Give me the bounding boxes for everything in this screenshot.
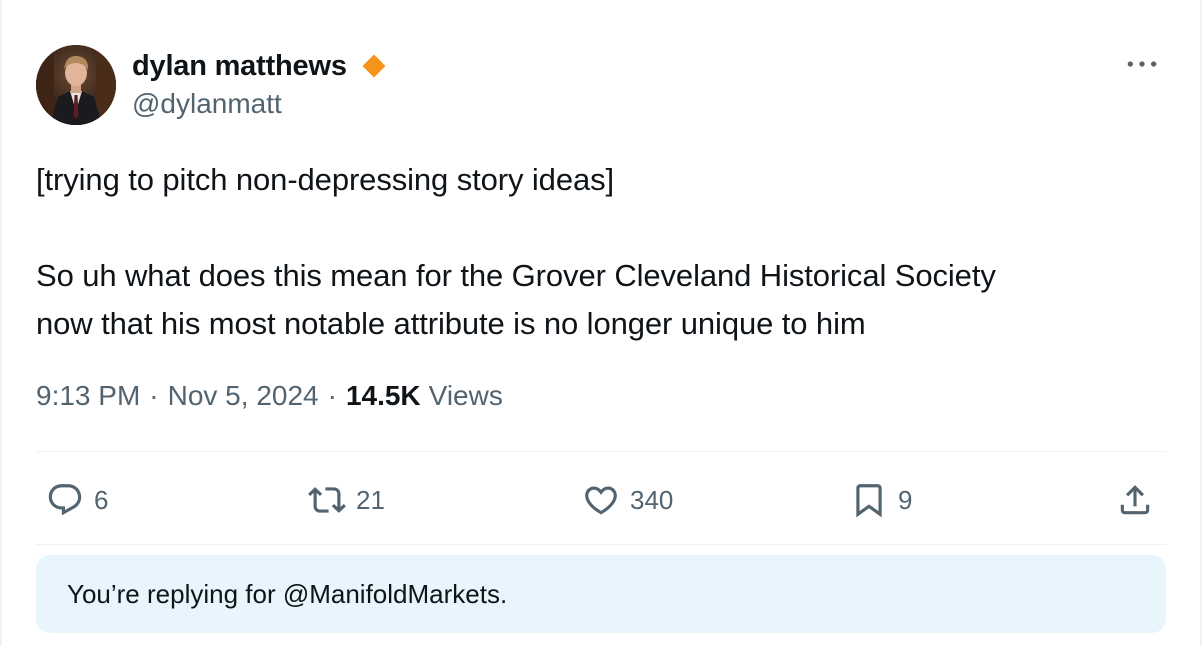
views-label: Views [428,380,503,411]
bookmark-icon [856,484,882,518]
divider [36,544,1166,545]
tweet-date[interactable]: Nov 5, 2024 [168,380,319,412]
meta-separator: · [149,380,159,411]
like-button[interactable]: 340 [582,478,673,522]
more-horizontal-icon [1127,61,1157,67]
more-options-button[interactable] [1122,50,1162,78]
bookmark-button[interactable]: 9 [850,478,912,522]
replying-for-banner: You’re replying for @ManifoldMarkets. [36,555,1166,633]
repost-button[interactable]: 21 [308,478,385,522]
replying-for-text: You’re replying for @ManifoldMarkets. [67,578,508,609]
tweet-text-line: now that his most notable attribute is n… [36,306,866,341]
divider [36,451,1166,452]
repost-count: 21 [356,484,385,515]
tweet-text-line: [trying to pitch non-depressing story id… [36,162,615,197]
tweet-text-line: So uh what does this mean for the Grover… [36,258,996,293]
avatar-image [36,45,116,125]
tweet-text: [trying to pitch non-depressing story id… [36,156,1156,348]
meta-separator: · [327,380,337,411]
tweet-card: dylan matthews @dylanmatt [trying to pit… [0,0,1202,646]
author-handle[interactable]: @dylanmatt [132,88,282,120]
share-icon [1120,485,1150,515]
views-count: 14.5K [345,380,421,411]
heart-icon [585,486,617,515]
bookmark-count: 9 [898,484,913,515]
reply-icon [48,484,82,516]
tweet-time[interactable]: 9:13 PM [36,380,140,412]
reply-count: 6 [94,484,109,515]
tweet-meta: 9:13 PM · Nov 5, 2024 · 14.5K Views [36,380,503,412]
avatar[interactable] [36,45,116,125]
share-button[interactable] [1116,478,1154,522]
author-display-name[interactable]: dylan matthews [132,50,347,83]
author-name-row: dylan matthews [132,48,387,84]
repost-icon [308,487,346,513]
reply-button[interactable]: 6 [46,478,108,522]
card-border-left [0,0,2,646]
verified-badge-icon [361,53,387,79]
like-count: 340 [630,484,674,515]
